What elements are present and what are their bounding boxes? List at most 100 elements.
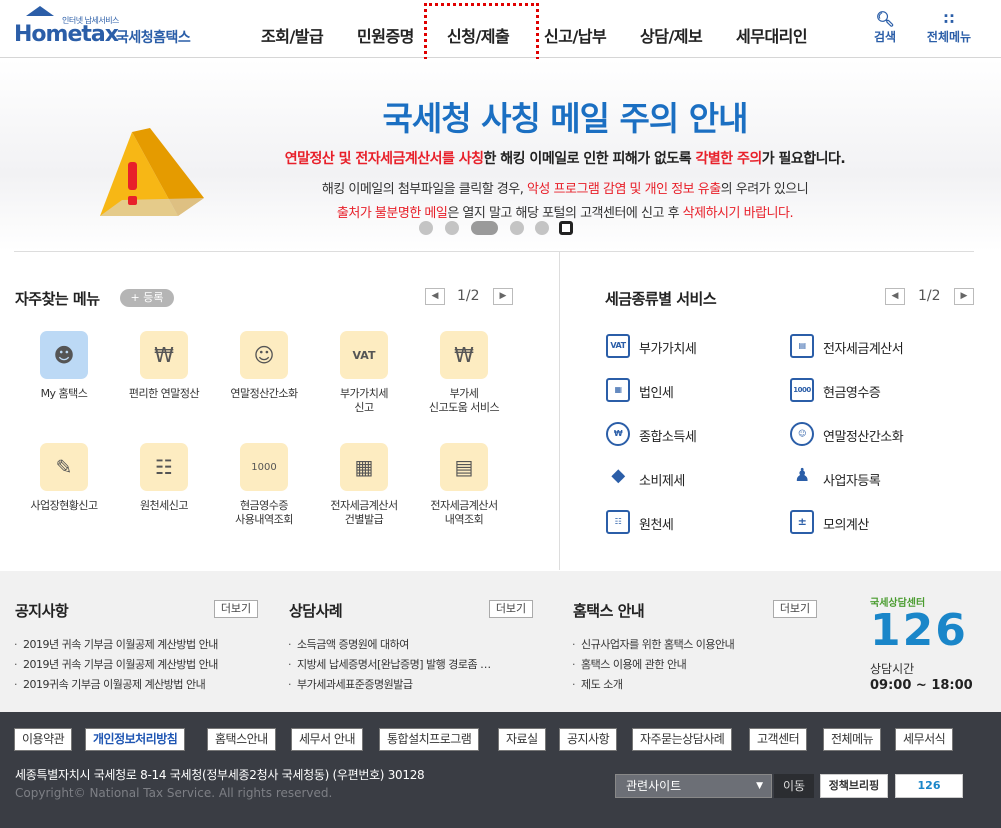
policy-briefing-banner[interactable]: 정책브리핑 <box>820 774 888 798</box>
footer-link-notice[interactable]: 공지사항 <box>559 728 618 751</box>
hours-value: 09:00 ~ 18:00 <box>870 678 973 693</box>
einvoice-lookup-icon: ▤ <box>440 443 488 491</box>
fav-my-hometax[interactable]: ☻ My 홈택스 <box>14 331 114 401</box>
prev-arrow-icon[interactable]: ◀ <box>425 288 445 305</box>
calculator-icon: ± <box>790 510 814 534</box>
banner-line-3: 출처가 불분명한 메일은 열지 말고 해당 포털의 고객센터에 신고 후 삭제하… <box>200 202 930 221</box>
next-arrow-icon[interactable]: ▶ <box>493 288 513 305</box>
fav-business-report[interactable]: ✎ 사업장현황신고 <box>14 443 114 513</box>
counsel-item[interactable]: 지방세 납세증명서[완납증명] 발행 경로좀 … <box>288 656 491 672</box>
notice-more-button[interactable]: 더보기 <box>214 600 258 618</box>
pause-button[interactable] <box>559 221 573 235</box>
fav-label: 전자세금계산서 건별발급 <box>330 499 398 526</box>
gnav-agent[interactable]: 세무대리인 <box>736 23 808 47</box>
user-icon: ☻ <box>40 331 88 379</box>
simplified-icon: ☺ <box>240 331 288 379</box>
banner-red-text: 출처가 불분명한 메일 <box>336 206 448 221</box>
footer-link-tax-office[interactable]: 세무서 안내 <box>291 728 364 751</box>
footer-link-all-menu[interactable]: 전체메뉴 <box>823 728 882 751</box>
center-126-banner[interactable]: 126 <box>895 774 963 798</box>
taxservice-pager: ◀ 1/2 ▶ <box>885 288 975 306</box>
highlight-box <box>424 3 539 66</box>
consumption-tax-icon: ◆ <box>611 465 625 486</box>
banner-text: 한 해킹 이메일로 인한 피해가 없도록 <box>483 151 696 167</box>
banner-red-text: 삭제하시기 바랍니다. <box>682 206 794 221</box>
business-reg-icon: ♟ <box>794 465 810 486</box>
fav-label: 부가가치세 신고 <box>339 387 389 414</box>
fav-label: 전자세금계산서 내역조회 <box>430 499 498 526</box>
search-icon: 🔍︎ <box>875 10 895 28</box>
tax-label: 종합소득세 <box>639 430 697 445</box>
guide-more-button[interactable]: 더보기 <box>773 600 817 618</box>
fav-label: 연말정산간소화 <box>230 387 298 400</box>
fav-label: 원천세신고 <box>139 499 189 512</box>
footer-link-hometax-guide[interactable]: 홈택스안내 <box>207 728 276 751</box>
counsel-more-button[interactable]: 더보기 <box>489 600 533 618</box>
tax-label: 전자세금계산서 <box>823 342 904 357</box>
call-center-126[interactable]: 국세상담센터 126 상담시간 09:00 ~ 18:00 <box>870 594 980 699</box>
hometax-logo[interactable]: 인터넷 납세서비스 Hometax 국세청홈택스 <box>12 6 202 47</box>
notice-item[interactable]: 2019귀속 기부금 이월공제 계산방법 안내 <box>14 676 206 692</box>
go-button[interactable]: 이동 <box>774 774 814 798</box>
next-arrow-icon[interactable]: ▶ <box>954 288 974 305</box>
guide-item[interactable]: 제도 소개 <box>572 676 623 692</box>
counsel-title: 상담사례 <box>289 602 343 620</box>
footer-link-library[interactable]: 자료실 <box>498 728 546 751</box>
fav-withholding[interactable]: ☷ 원천세신고 <box>114 443 214 513</box>
tax-label: 모의계산 <box>823 518 869 533</box>
notice-item[interactable]: 2019년 귀속 기부금 이월공제 계산방법 안내 <box>14 656 218 672</box>
vat-help-icon: ₩ <box>440 331 488 379</box>
slide-dot[interactable] <box>510 221 524 235</box>
slide-dot-active[interactable] <box>471 221 498 235</box>
banner-red-text: 연말정산 및 전자세금계산서를 사칭 <box>284 151 484 167</box>
slide-dot[interactable] <box>445 221 459 235</box>
favorites-pager: ◀ 1/2 ▶ <box>425 288 515 306</box>
gnav-counsel[interactable]: 상담/제보 <box>640 23 703 47</box>
logo-word: Hometax <box>14 22 119 47</box>
footer-link-tax-forms[interactable]: 세무서식 <box>895 728 954 751</box>
banner-line-1: 연말정산 및 전자세금계산서를 사칭한 해킹 이메일로 인한 피해가 없도록 각… <box>200 148 930 168</box>
fav-label: 부가세 신고도움 서비스 <box>428 387 500 414</box>
tax-label: 사업자등록 <box>823 474 881 489</box>
counsel-item[interactable]: 소득금액 증명원에 대하여 <box>288 636 409 652</box>
divider <box>14 251 974 252</box>
banner-text: 해킹 이메일의 첨부파일을 클릭할 경우, <box>321 182 527 197</box>
tax-label: 부가가치세 <box>639 342 697 357</box>
slide-dot[interactable] <box>419 221 433 235</box>
search-button[interactable]: 🔍︎ 검색 <box>860 10 910 45</box>
guide-item[interactable]: 신규사업자를 위한 홈택스 이용안내 <box>572 636 735 652</box>
fav-easy-settle[interactable]: ₩ 편리한 연말정산 <box>114 331 214 401</box>
gnav-certificate[interactable]: 민원증명 <box>357 23 414 47</box>
fav-einvoice-lookup[interactable]: ▤ 전자세금계산서 내역조회 <box>414 443 514 527</box>
guide-title: 홈택스 안내 <box>573 602 645 620</box>
fav-cash-receipt[interactable]: 1000 현금영수증 사용내역조회 <box>214 443 314 527</box>
fav-vat-help[interactable]: ₩ 부가세 신고도움 서비스 <box>414 331 514 415</box>
footer-link-install[interactable]: 통합설치프로그램 <box>379 728 480 751</box>
banner-text: 은 열지 말고 해당 포털의 고객센터에 신고 후 <box>447 206 683 221</box>
grid-menu-icon: ∷ <box>943 10 955 28</box>
related-site-select[interactable]: 관련사이트 ▼ <box>615 774 772 798</box>
footer-link-privacy[interactable]: 개인정보처리방침 <box>85 728 186 751</box>
footer-link-terms[interactable]: 이용약관 <box>14 728 73 751</box>
notice-item[interactable]: 2019년 귀속 기부금 이월공제 계산방법 안내 <box>14 636 218 652</box>
year-end-icon: ☺ <box>790 422 814 446</box>
counsel-item[interactable]: 부가세과세표준증명원발급 <box>288 676 413 692</box>
slide-dot[interactable] <box>535 221 549 235</box>
gnav-report-pay[interactable]: 신고/납부 <box>544 23 607 47</box>
gnav-inquiry[interactable]: 조회/발급 <box>261 23 324 47</box>
banner-red-text: 각별한 주의 <box>695 151 763 167</box>
prev-arrow-icon[interactable]: ◀ <box>885 288 905 305</box>
fav-label: 사업장현황신고 <box>30 499 98 512</box>
fav-einvoice-issue[interactable]: ▦ 전자세금계산서 건별발급 <box>314 443 414 527</box>
fav-simplified[interactable]: ☺ 연말정산간소화 <box>214 331 314 401</box>
favorites-page: 1/2 <box>457 288 480 304</box>
withholding-icon: ☷ <box>606 510 630 534</box>
footer-link-faq[interactable]: 자주묻는상담사례 <box>632 728 733 751</box>
allmenu-button[interactable]: ∷ 전체메뉴 <box>924 10 974 45</box>
einvoice-icon: ▤ <box>790 334 814 358</box>
add-favorite-button[interactable]: + 등록 <box>120 289 174 307</box>
guide-item[interactable]: 홈택스 이용에 관한 안내 <box>572 656 687 672</box>
income-tax-icon: ₩ <box>606 422 630 446</box>
fav-vat-report[interactable]: VAT 부가가치세 신고 <box>314 331 414 415</box>
footer-link-customer-center[interactable]: 고객센터 <box>749 728 808 751</box>
